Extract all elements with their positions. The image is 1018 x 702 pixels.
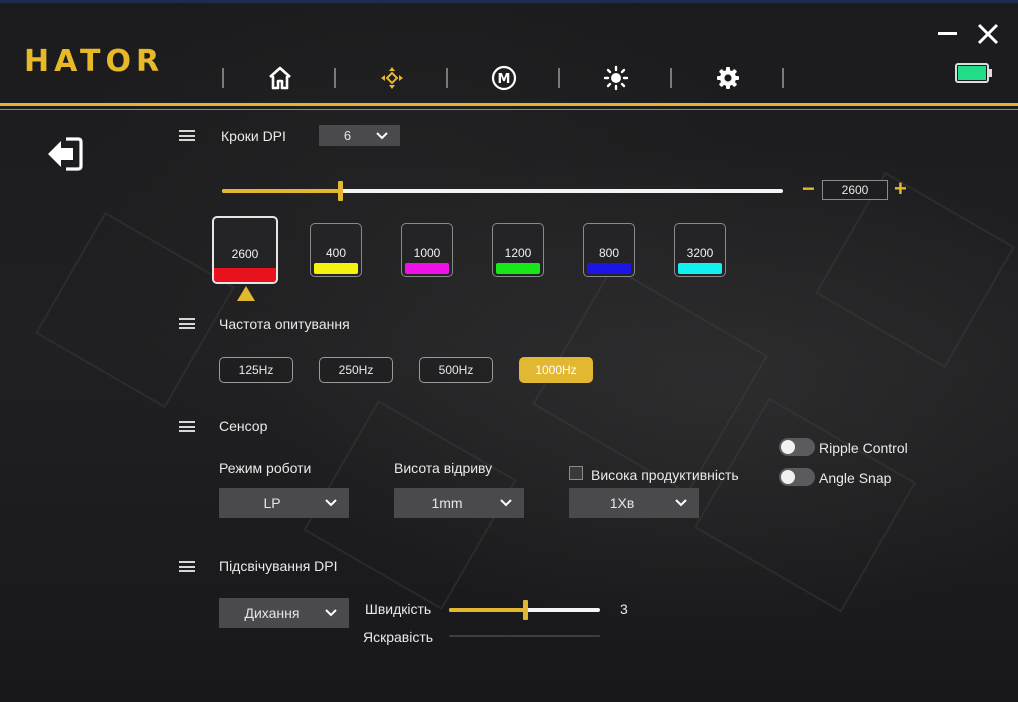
lighting-effect-value: Дихання (244, 605, 300, 621)
nav-separator (222, 68, 224, 88)
lift-off-select[interactable]: 1mm (394, 488, 524, 518)
brightness-label: Яскравість (363, 629, 434, 645)
section-menu-icon (179, 561, 195, 572)
angle-snap-label: Angle Snap (819, 470, 892, 486)
close-icon[interactable] (976, 22, 1000, 46)
nav-separator (782, 68, 784, 88)
nav-separator (334, 68, 336, 88)
nav-lighting[interactable] (596, 64, 636, 92)
dpi-level-color (587, 263, 631, 274)
dpi-level-button[interactable]: 1000 (401, 223, 453, 277)
ripple-control-label: Ripple Control (819, 440, 908, 456)
dpi-steps-title: Кроки DPI (221, 128, 286, 144)
dpi-level-button[interactable]: 2600 (212, 216, 278, 284)
nav-macro[interactable]: M (484, 64, 524, 92)
high-performance-select[interactable]: 1Хв (569, 488, 699, 518)
main-nav: M (222, 64, 820, 92)
lift-off-value: 1mm (431, 495, 463, 511)
hator-logo: HATOR (24, 44, 165, 79)
dpi-level-value: 1200 (504, 246, 532, 260)
dpi-level-value: 800 (598, 246, 620, 260)
dpi-level-button[interactable]: 3200 (674, 223, 726, 277)
macro-icon: M (491, 65, 517, 91)
chevron-down-icon (376, 131, 388, 139)
dpi-increase-button[interactable]: + (894, 178, 907, 200)
minimize-button[interactable] (938, 32, 957, 35)
exit-icon[interactable] (46, 136, 84, 172)
mode-label: Режим роботи (219, 460, 312, 476)
nav-dpi[interactable] (372, 64, 412, 92)
chevron-down-icon (675, 499, 687, 507)
high-performance-label: Висока продуктивність (591, 467, 739, 483)
dpi-value-input[interactable]: 2600 (822, 180, 888, 200)
window-top-strip (0, 0, 1018, 3)
polling-rate-title: Частота опитування (219, 316, 350, 332)
brightness-icon (603, 65, 629, 91)
section-menu-icon (179, 318, 195, 329)
polling-rate-button[interactable]: 1000Hz (519, 357, 593, 383)
home-icon (269, 66, 291, 90)
nav-settings[interactable] (708, 64, 748, 92)
section-menu-icon (179, 130, 195, 141)
dpi-level-color (405, 263, 449, 274)
polling-rate-button[interactable]: 250Hz (319, 357, 393, 383)
nav-home[interactable] (260, 64, 300, 92)
section-menu-icon (179, 421, 195, 432)
chevron-down-icon (325, 609, 337, 617)
dpi-slider-handle[interactable] (338, 181, 343, 201)
dpi-level-color (496, 263, 540, 274)
dpi-level-value: 1000 (413, 246, 441, 260)
dpi-level-button[interactable]: 800 (583, 223, 635, 277)
lighting-effect-select[interactable]: Дихання (219, 598, 349, 628)
dpi-decrease-button[interactable]: − (802, 178, 815, 200)
toggle-knob (781, 440, 795, 454)
dpi-level-value: 3200 (686, 246, 714, 260)
svg-text:M: M (498, 72, 511, 87)
active-dpi-pointer-icon (237, 286, 255, 301)
chevron-down-icon (325, 499, 337, 507)
ripple-control-toggle[interactable] (779, 438, 815, 456)
brightness-slider-track[interactable] (449, 635, 600, 637)
dpi-level-button[interactable]: 400 (310, 223, 362, 277)
sensor-title: Сенсор (219, 418, 268, 434)
dpi-level-value: 400 (325, 246, 347, 260)
gear-icon (717, 67, 739, 89)
high-performance-checkbox[interactable] (569, 466, 583, 480)
dpi-level-button[interactable]: 1200 (492, 223, 544, 277)
dpi-level-color (314, 263, 358, 274)
dpi-lighting-title: Підсвічування DPI (219, 558, 338, 574)
nav-separator (558, 68, 560, 88)
nav-separator (446, 68, 448, 88)
polling-rate-button[interactable]: 500Hz (419, 357, 493, 383)
dpi-slider-fill (222, 189, 340, 193)
chevron-down-icon (500, 499, 512, 507)
header-divider (0, 103, 1018, 106)
header-divider-thin (0, 109, 1018, 110)
battery-icon (955, 63, 992, 83)
dpi-steps-value: 6 (343, 128, 352, 143)
nav-separator (670, 68, 672, 88)
polling-rate-button[interactable]: 125Hz (219, 357, 293, 383)
dpi-target-icon (381, 67, 403, 89)
dpi-level-value: 2600 (231, 247, 259, 261)
mode-value: LP (263, 495, 281, 511)
speed-value: 3 (620, 601, 628, 617)
speed-label: Швидкість (365, 601, 432, 617)
high-performance-value: 1Хв (609, 495, 635, 511)
lift-off-label: Висота відриву (394, 460, 493, 476)
dpi-steps-select[interactable]: 6 (319, 125, 400, 146)
dpi-level-color (214, 268, 276, 282)
mode-select[interactable]: LP (219, 488, 349, 518)
speed-slider-fill (449, 608, 525, 612)
toggle-knob (781, 470, 795, 484)
dpi-level-color (678, 263, 722, 274)
angle-snap-toggle[interactable] (779, 468, 815, 486)
speed-slider-handle[interactable] (523, 600, 528, 620)
